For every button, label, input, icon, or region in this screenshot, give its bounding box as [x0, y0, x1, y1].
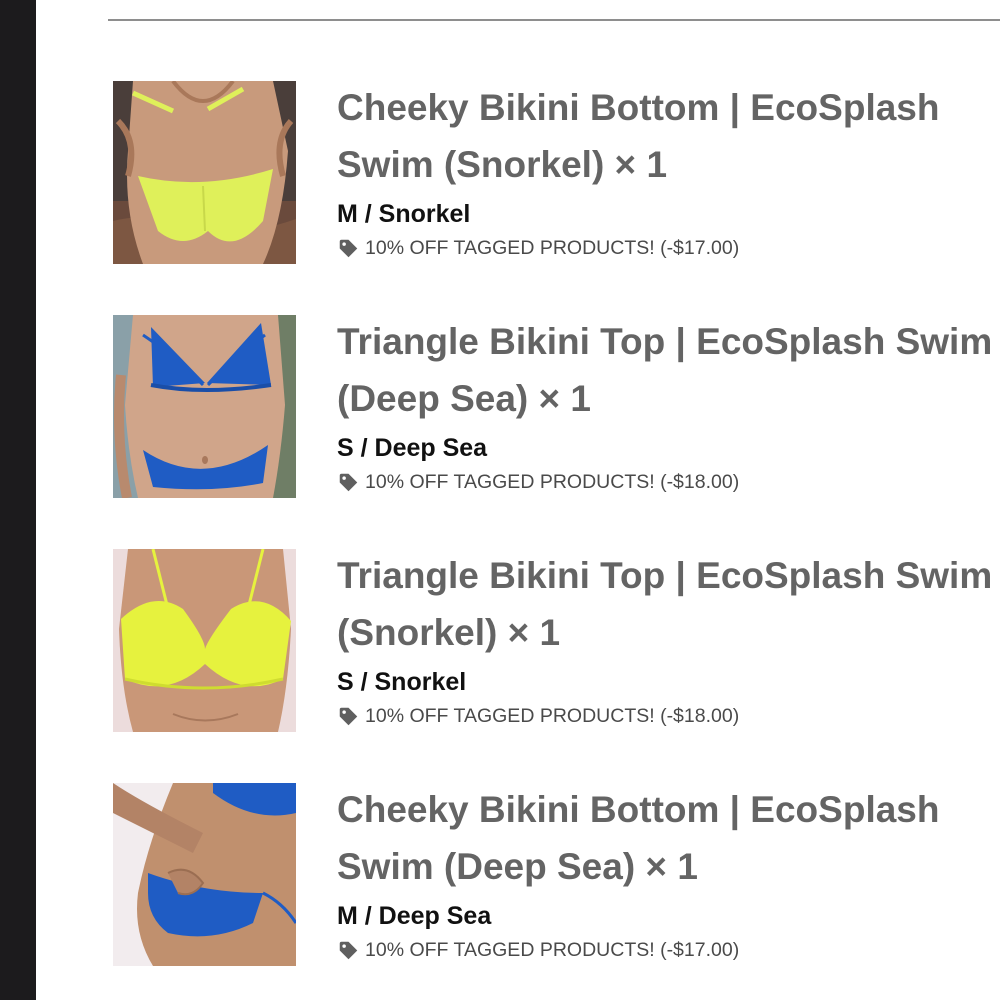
product-image-bikini-bottom-snorkel	[113, 81, 296, 264]
discount-text: 10% OFF TAGGED PRODUCTS! (-$17.00)	[365, 939, 740, 961]
cart-item: Cheeky Bikini Bottom | EcoSplash Swim (D…	[113, 783, 1000, 983]
product-variant: M / Deep Sea	[337, 902, 492, 930]
product-image-bikini-bottom-deep-sea	[113, 783, 296, 966]
product-image-triangle-top-snorkel	[113, 549, 296, 732]
discount-text: 10% OFF TAGGED PRODUCTS! (-$18.00)	[365, 705, 740, 727]
product-variant: S / Snorkel	[337, 668, 467, 696]
product-info: Cheeky Bikini Bottom | EcoSplash Swim (D…	[337, 783, 997, 962]
tag-icon	[339, 707, 358, 725]
cart-item: Triangle Bikini Top | EcoSplash Swim (De…	[113, 315, 1000, 515]
product-image-triangle-top-deep-sea	[113, 315, 296, 498]
product-thumbnail[interactable]	[113, 81, 296, 264]
discount-line: 10% OFF TAGGED PRODUCTS! (-$18.00)	[337, 470, 997, 494]
product-thumbnail[interactable]	[113, 549, 296, 732]
product-info: Triangle Bikini Top | EcoSplash Swim (De…	[337, 315, 997, 494]
product-variant: S / Deep Sea	[337, 434, 488, 462]
tag-icon	[339, 239, 358, 257]
cart-item: Cheeky Bikini Bottom | EcoSplash Swim (S…	[113, 81, 1000, 281]
product-info: Cheeky Bikini Bottom | EcoSplash Swim (S…	[337, 81, 997, 260]
product-variant: M / Snorkel	[337, 200, 471, 228]
product-thumbnail[interactable]	[113, 315, 296, 498]
tag-icon	[339, 941, 358, 959]
product-title[interactable]: Triangle Bikini Top | EcoSplash Swim (Sn…	[337, 547, 997, 661]
product-title[interactable]: Cheeky Bikini Bottom | EcoSplash Swim (S…	[337, 79, 997, 193]
discount-line: 10% OFF TAGGED PRODUCTS! (-$17.00)	[337, 236, 997, 260]
discount-line: 10% OFF TAGGED PRODUCTS! (-$18.00)	[337, 704, 997, 728]
product-thumbnail[interactable]	[113, 783, 296, 966]
discount-line: 10% OFF TAGGED PRODUCTS! (-$17.00)	[337, 938, 997, 962]
product-title[interactable]: Cheeky Bikini Bottom | EcoSplash Swim (D…	[337, 781, 997, 895]
discount-text: 10% OFF TAGGED PRODUCTS! (-$18.00)	[365, 471, 740, 493]
discount-text: 10% OFF TAGGED PRODUCTS! (-$17.00)	[365, 237, 740, 259]
product-title[interactable]: Triangle Bikini Top | EcoSplash Swim (De…	[337, 313, 997, 427]
product-info: Triangle Bikini Top | EcoSplash Swim (Sn…	[337, 549, 997, 728]
cart-item-list: Cheeky Bikini Bottom | EcoSplash Swim (S…	[0, 0, 1000, 1000]
cart-item: Triangle Bikini Top | EcoSplash Swim (Sn…	[113, 549, 1000, 749]
tag-icon	[339, 473, 358, 491]
